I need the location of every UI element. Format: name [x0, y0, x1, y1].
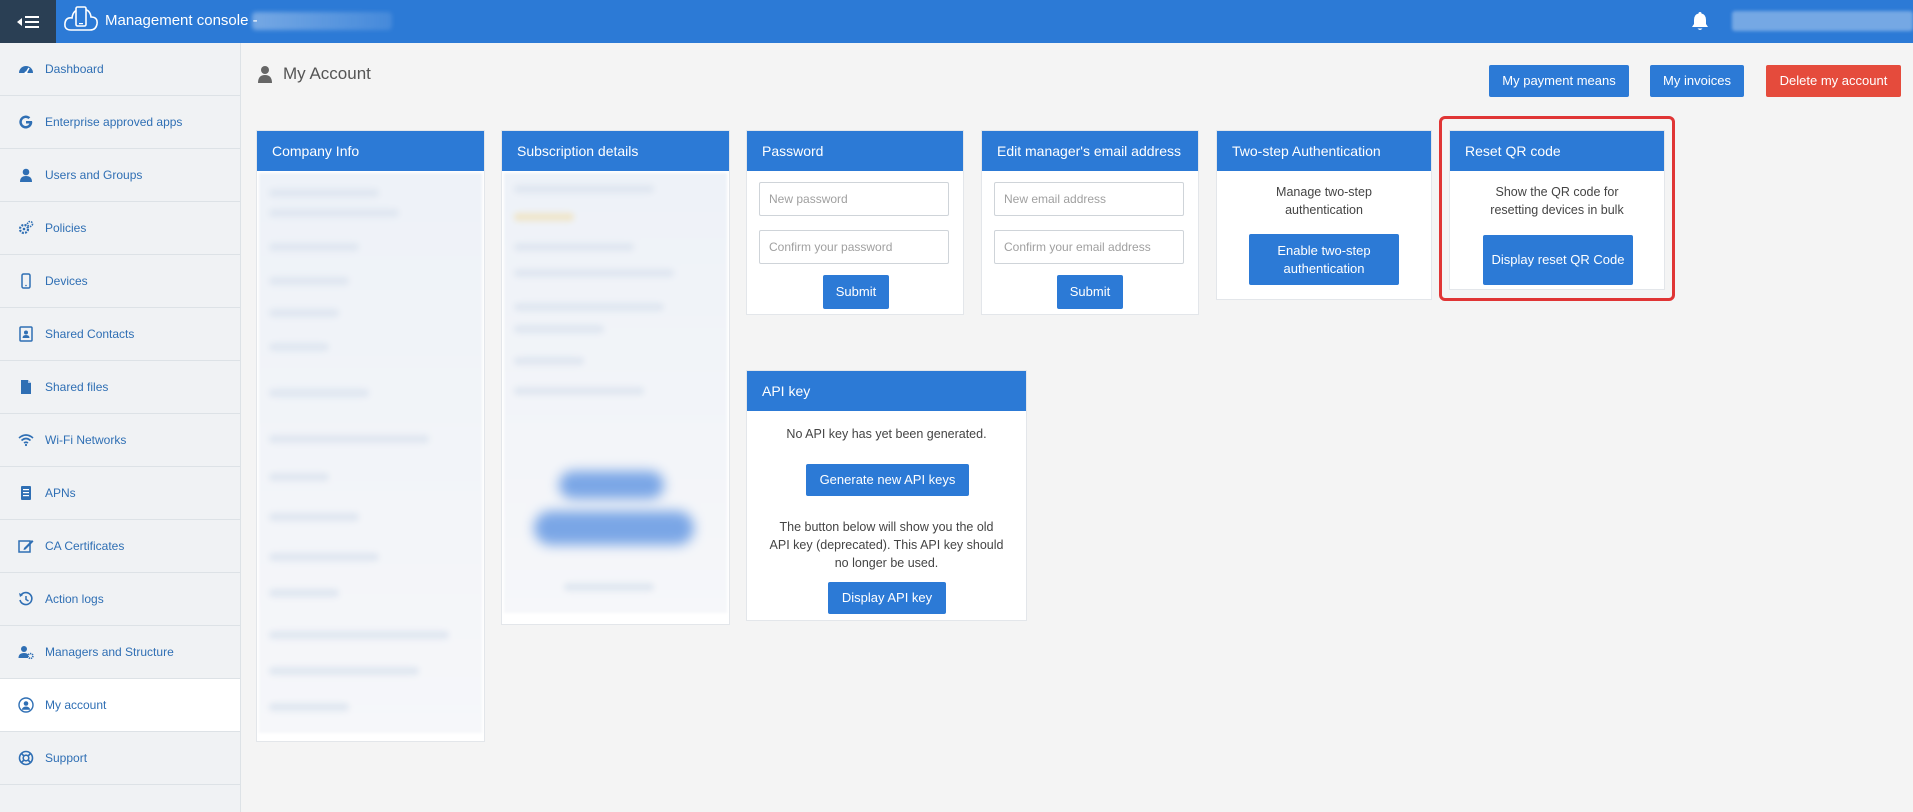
sidebar-item-label: Users and Groups — [45, 168, 143, 182]
bell-icon[interactable] — [1689, 10, 1711, 32]
redacted-organization-name — [252, 12, 392, 30]
panel-title: API key — [747, 371, 1026, 411]
sidebar-item-label: Managers and Structure — [45, 645, 174, 659]
panel-title: Company Info — [257, 131, 484, 171]
menu-collapse-icon — [17, 15, 39, 28]
two-step-auth-panel: Two-step Authentication Manage two-step … — [1216, 130, 1432, 300]
user-circle-icon — [18, 697, 34, 713]
company-info-panel: Company Info — [256, 130, 485, 742]
new-password-input[interactable] — [759, 182, 949, 216]
sidebar-item-label: Devices — [45, 274, 88, 288]
new-email-input[interactable] — [994, 182, 1184, 216]
user-icon — [20, 168, 32, 182]
password-submit-button[interactable]: Submit — [823, 275, 889, 309]
sidebar-item-label: CA Certificates — [45, 539, 125, 553]
redacted-company-details — [259, 173, 482, 733]
sidebar-item-wifi-networks[interactable]: Wi-Fi Networks — [0, 414, 240, 467]
generate-api-keys-button[interactable]: Generate new API keys — [806, 464, 969, 496]
history-icon — [19, 591, 33, 606]
panel-title: Edit manager's email address — [982, 131, 1198, 171]
panel-title: Password — [747, 131, 963, 171]
email-submit-button[interactable]: Submit — [1057, 275, 1123, 309]
sidebar-item-label: Wi-Fi Networks — [45, 433, 127, 447]
menu-collapse-button[interactable] — [0, 0, 56, 43]
sidebar-item-label: Shared Contacts — [45, 327, 135, 341]
cloud-phone-icon — [64, 6, 98, 31]
confirm-password-input[interactable] — [759, 230, 949, 264]
panel-title: Subscription details — [502, 131, 729, 171]
api-key-status: No API key has yet been generated. — [786, 427, 987, 441]
app-title: Management console - — [105, 12, 258, 29]
google-icon — [19, 115, 33, 129]
delete-account-button[interactable]: Delete my account — [1766, 65, 1901, 97]
wifi-icon — [18, 434, 34, 447]
user-icon — [258, 66, 272, 83]
sidebar-item-shared-contacts[interactable]: Shared Contacts — [0, 308, 240, 361]
sidebar-item-label: Dashboard — [45, 62, 104, 76]
mobile-icon — [21, 273, 31, 289]
panel-title: Two-step Authentication — [1217, 131, 1431, 171]
sidebar-item-apns[interactable]: APNs — [0, 467, 240, 520]
sidebar-item-enterprise-apps[interactable]: Enterprise approved apps — [0, 96, 240, 149]
redacted-user-name[interactable] — [1732, 11, 1913, 31]
redacted-subscription-details — [504, 173, 727, 613]
sidebar-item-managers-structure[interactable]: Managers and Structure — [0, 626, 240, 679]
page-header: My Account — [257, 64, 371, 84]
password-panel: Password Submit — [746, 130, 964, 315]
sidebar-item-label: Shared files — [45, 380, 109, 394]
sidebar-item-users-groups[interactable]: Users and Groups — [0, 149, 240, 202]
sidebar-item-devices[interactable]: Devices — [0, 255, 240, 308]
confirm-email-input[interactable] — [994, 230, 1184, 264]
my-payment-means-button[interactable]: My payment means — [1489, 65, 1629, 97]
dashboard-icon — [19, 66, 33, 75]
display-reset-qr-button[interactable]: Display reset QR Code — [1483, 235, 1633, 285]
sidebar-item-label: Support — [45, 751, 88, 765]
sidebar-item-action-logs[interactable]: Action logs — [0, 573, 240, 626]
top-bar: Management console - — [0, 0, 1913, 43]
sidebar-item-ca-certificates[interactable]: CA Certificates — [0, 520, 240, 573]
reset-qr-description: Show the QR code for resetting devices i… — [1490, 185, 1624, 217]
document-list-icon — [21, 486, 31, 500]
api-key-panel: API key No API key has yet been generate… — [746, 370, 1027, 621]
user-gear-icon — [18, 646, 34, 660]
reset-qr-panel: Reset QR code Show the QR code for reset… — [1449, 130, 1665, 290]
sidebar-item-dashboard[interactable]: Dashboard — [0, 43, 240, 96]
sidebar-item-label: APNs — [45, 486, 76, 500]
api-key-note: The button below will show you the old A… — [769, 520, 1004, 570]
subscription-details-panel: Subscription details — [501, 130, 730, 625]
certificate-edit-icon — [18, 540, 34, 553]
sidebar-item-my-account[interactable]: My account — [0, 679, 240, 732]
sidebar-item-support[interactable]: Support — [0, 732, 240, 785]
enable-two-step-button[interactable]: Enable two-step authentication — [1249, 234, 1399, 285]
my-invoices-button[interactable]: My invoices — [1650, 65, 1744, 97]
contact-card-icon — [19, 326, 33, 342]
sidebar-item-label: My account — [45, 698, 107, 712]
sidebar-item-label: Action logs — [45, 592, 104, 606]
sidebar-item-label: Policies — [45, 221, 87, 235]
sidebar-item-shared-files[interactable]: Shared files — [0, 361, 240, 414]
file-icon — [21, 380, 31, 394]
two-step-description: Manage two-step authentication — [1276, 185, 1372, 217]
sidebar: Dashboard Enterprise approved apps Users… — [0, 43, 241, 812]
edit-email-panel: Edit manager's email address Submit — [981, 130, 1199, 315]
panel-title: Reset QR code — [1450, 131, 1664, 171]
lifebuoy-icon — [18, 750, 34, 766]
sidebar-item-label: Enterprise approved apps — [45, 115, 183, 129]
sidebar-item-policies[interactable]: Policies — [0, 202, 240, 255]
gears-icon — [18, 220, 34, 235]
page-title: My Account — [283, 64, 371, 83]
display-api-key-button[interactable]: Display API key — [828, 582, 946, 614]
